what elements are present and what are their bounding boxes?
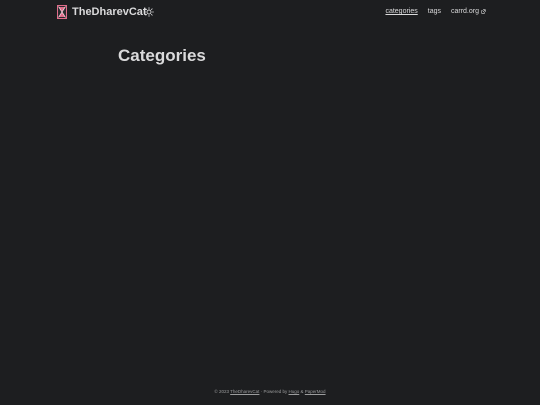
page-title: Categories	[118, 46, 206, 65]
hourglass-logo-icon	[57, 5, 67, 19]
footer-site-link[interactable]: TheDharevCat	[230, 389, 259, 394]
footer-hugo-link[interactable]: Hugo	[288, 389, 299, 394]
site-header: TheDharevCat categories tags carrd.org	[0, 0, 540, 25]
sun-icon[interactable]	[144, 7, 154, 17]
footer-ampersand: &	[300, 389, 304, 394]
site-logo-link[interactable]: TheDharevCat	[57, 5, 147, 19]
site-footer: © 2023 TheDharevCat · Powered by Hugo & …	[0, 388, 540, 396]
nav-item-categories[interactable]: categories	[385, 7, 417, 17]
nav-item-carrd[interactable]: carrd.org	[451, 7, 486, 17]
site-title: TheDharevCat	[72, 6, 147, 18]
page: TheDharevCat categories tags carrd.org C…	[0, 0, 540, 405]
footer-powered-by: · Powered by	[260, 389, 288, 394]
main-nav: categories tags carrd.org	[375, 7, 486, 17]
external-link-icon	[481, 9, 486, 14]
footer-papermod-link[interactable]: PaperMod	[305, 389, 326, 394]
footer-copyright: © 2023	[214, 389, 229, 394]
nav-item-carrd-label: carrd.org	[450, 8, 479, 15]
nav-item-tags[interactable]: tags	[428, 7, 441, 17]
